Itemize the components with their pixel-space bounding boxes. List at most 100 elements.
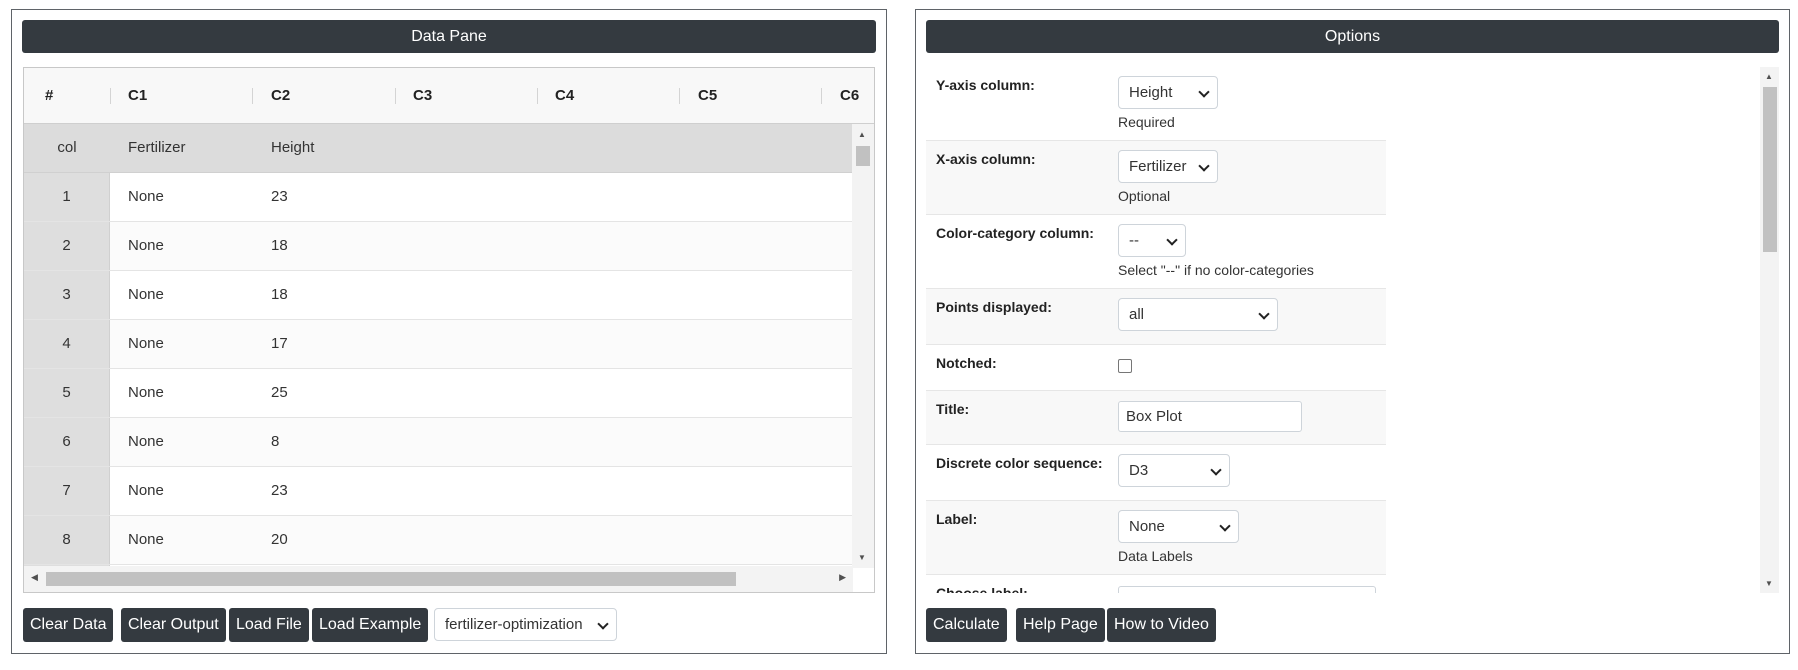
y-axis-select[interactable]: Height: [1118, 76, 1218, 109]
load-example-button[interactable]: Load Example: [312, 608, 429, 642]
grid-vertical-scrollbar[interactable]: ▲ ▼: [852, 124, 874, 568]
cell[interactable]: None: [128, 271, 164, 319]
scroll-left-arrow-icon[interactable]: ◀: [31, 572, 38, 583]
x-axis-row: X-axis column: Fertilizer Optional: [926, 141, 1386, 215]
notched-label: Notched:: [936, 355, 997, 371]
x-axis-select[interactable]: Fertilizer: [1118, 150, 1218, 183]
cell[interactable]: None: [128, 173, 164, 221]
cell[interactable]: None: [128, 369, 164, 417]
points-displayed-label: Points displayed:: [936, 299, 1052, 315]
scroll-down-arrow-icon[interactable]: ▼: [858, 553, 866, 562]
cell[interactable]: 25: [271, 369, 288, 417]
choose-label-input[interactable]: [1118, 586, 1376, 593]
column-separator: [537, 88, 538, 104]
color-category-select[interactable]: --: [1118, 224, 1186, 257]
choose-label-row: Choose label:: [926, 575, 1386, 593]
label-value: None: [1129, 518, 1165, 535]
data-pane-title: Data Pane: [22, 20, 876, 53]
options-title: Options: [926, 20, 1779, 53]
y-axis-label: Y-axis column:: [936, 77, 1035, 93]
scroll-thumb[interactable]: [856, 146, 870, 166]
column-separator: [110, 88, 111, 104]
cell[interactable]: 20: [271, 516, 288, 564]
row-number: 8: [24, 516, 110, 564]
how-to-video-button[interactable]: How to Video: [1107, 608, 1216, 642]
options-form: Y-axis column: Height Required X-axis co…: [926, 67, 1780, 593]
column-header-c2[interactable]: C2: [271, 68, 290, 124]
chevron-down-icon: [1198, 160, 1210, 172]
color-sequence-value: D3: [1129, 462, 1149, 479]
data-grid: # C1 C2 C3 C4 C5 C6 col Fertilizer Heigh…: [23, 67, 875, 593]
scroll-thumb[interactable]: [1763, 87, 1777, 252]
example-dataset-value: fertilizer-optimization: [445, 616, 583, 633]
row-number: 2: [24, 222, 110, 270]
grid-column-header: # C1 C2 C3 C4 C5 C6: [24, 68, 874, 124]
points-displayed-value: all: [1129, 306, 1145, 323]
scroll-down-arrow-icon[interactable]: ▼: [1765, 579, 1773, 588]
column-separator: [252, 88, 253, 104]
table-row: 6 None 8: [24, 418, 853, 467]
grid-horizontal-scrollbar[interactable]: ◀ ▶: [24, 566, 853, 592]
scroll-up-arrow-icon[interactable]: ▲: [1765, 72, 1773, 81]
scroll-thumb[interactable]: [46, 572, 736, 586]
row-number: 1: [24, 173, 110, 221]
column-header-c1[interactable]: C1: [128, 68, 147, 124]
cell[interactable]: Fertilizer: [128, 124, 186, 172]
column-header-c3[interactable]: C3: [413, 68, 432, 124]
row-label: col: [24, 124, 110, 172]
label-label: Label:: [936, 511, 978, 527]
column-separator: [821, 88, 822, 104]
notched-row: Notched:: [926, 345, 1386, 391]
row-number: 7: [24, 467, 110, 515]
grid-body: col Fertilizer Height 1 None 23 2 None 1…: [24, 124, 853, 568]
x-axis-value: Fertilizer: [1129, 158, 1187, 175]
chevron-down-icon: [1166, 234, 1178, 246]
column-header-c6[interactable]: C6: [840, 68, 859, 124]
chevron-down-icon: [1219, 520, 1231, 532]
cell[interactable]: 17: [271, 320, 288, 368]
scroll-up-arrow-icon[interactable]: ▲: [858, 130, 866, 139]
points-displayed-row: Points displayed: all: [926, 289, 1386, 345]
column-header-index[interactable]: #: [45, 68, 53, 124]
title-row: Title: Box Plot: [926, 391, 1386, 445]
row-number: 4: [24, 320, 110, 368]
title-label: Title:: [936, 401, 970, 417]
cell[interactable]: 8: [271, 418, 279, 466]
table-row: 3 None 18: [24, 271, 853, 320]
column-header-c4[interactable]: C4: [555, 68, 574, 124]
column-name-row: col Fertilizer Height: [24, 124, 853, 173]
cell[interactable]: None: [128, 418, 164, 466]
color-sequence-row: Discrete color sequence: D3: [926, 445, 1386, 501]
notched-checkbox[interactable]: [1118, 359, 1132, 373]
cell[interactable]: None: [128, 320, 164, 368]
column-header-c5[interactable]: C5: [698, 68, 717, 124]
chevron-down-icon: [597, 618, 609, 630]
cell[interactable]: 18: [271, 222, 288, 270]
cell[interactable]: 18: [271, 271, 288, 319]
label-help: Data Labels: [1118, 548, 1193, 564]
choose-label-label: Choose label:: [936, 585, 1028, 593]
cell[interactable]: None: [128, 467, 164, 515]
cell[interactable]: 23: [271, 467, 288, 515]
clear-data-button[interactable]: Clear Data: [23, 608, 114, 642]
load-file-button[interactable]: Load File: [229, 608, 309, 642]
options-vertical-scrollbar[interactable]: ▲ ▼: [1760, 67, 1779, 593]
x-axis-help: Optional: [1118, 188, 1171, 204]
points-displayed-select[interactable]: all: [1118, 298, 1278, 331]
x-axis-label: X-axis column:: [936, 151, 1036, 167]
row-number: 3: [24, 271, 110, 319]
help-page-button[interactable]: Help Page: [1016, 608, 1105, 642]
clear-output-button[interactable]: Clear Output: [121, 608, 226, 642]
calculate-button[interactable]: Calculate: [926, 608, 1007, 642]
label-select[interactable]: None: [1118, 510, 1239, 543]
table-row: 4 None 17: [24, 320, 853, 369]
cell[interactable]: None: [128, 222, 164, 270]
title-input[interactable]: Box Plot: [1118, 401, 1302, 432]
cell[interactable]: None: [128, 516, 164, 564]
cell[interactable]: Height: [271, 124, 314, 172]
color-sequence-select[interactable]: D3: [1118, 454, 1230, 487]
example-dataset-select[interactable]: fertilizer-optimization: [434, 608, 617, 641]
chevron-down-icon: [1210, 464, 1222, 476]
scroll-right-arrow-icon[interactable]: ▶: [839, 572, 846, 583]
cell[interactable]: 23: [271, 173, 288, 221]
